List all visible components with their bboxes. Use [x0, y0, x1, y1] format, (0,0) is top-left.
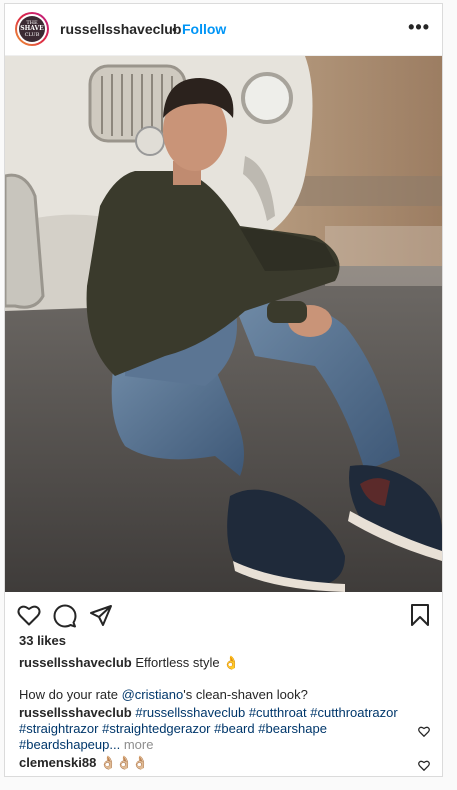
post-header: THE SHAVE CLUB russellsshaveclub • Follo… — [5, 4, 442, 56]
shave-club-logo: THE SHAVE CLUB — [19, 16, 45, 42]
hashtag-link[interactable]: #bearshape — [258, 721, 327, 736]
hashtag-link[interactable]: #beardshapeup... — [19, 737, 120, 752]
hashtag-comment: russellsshaveclub #russellsshaveclub #cu… — [19, 705, 414, 753]
likes-count[interactable]: 33 likes — [19, 633, 66, 648]
caption-text: Effortless style — [135, 655, 220, 670]
post-photo[interactable] — [5, 56, 442, 592]
follow-button[interactable]: Follow — [182, 21, 226, 37]
caption-question: How do your rate @cristiano's clean-shav… — [19, 687, 308, 702]
comment-like-heart-icon[interactable] — [418, 724, 430, 742]
tags-username[interactable]: russellsshaveclub — [19, 705, 132, 720]
more-options-icon[interactable]: ••• — [408, 17, 430, 38]
header-username[interactable]: russellsshaveclub — [60, 21, 181, 37]
share-icon[interactable] — [89, 604, 113, 633]
comment: clemenski88 👌🏼👌🏼👌🏼 — [19, 755, 149, 771]
hashtag-link[interactable]: #straightrazor — [19, 721, 98, 736]
post-caption: russellsshaveclub Effortless style 👌 — [19, 655, 239, 671]
action-bar — [5, 598, 442, 634]
photo-image — [5, 56, 442, 592]
separator-dot: • — [172, 21, 177, 37]
hashtag-link[interactable]: #cutthroatrazor — [310, 705, 397, 720]
mention-link[interactable]: @cristiano — [122, 687, 184, 702]
post-card: THE SHAVE CLUB russellsshaveclub • Follo… — [4, 3, 443, 777]
heart-icon[interactable] — [17, 604, 41, 631]
hashtag-link[interactable]: #beard — [214, 721, 254, 736]
ok-hand-emoji: 👌 — [223, 655, 240, 670]
hashtag-link[interactable]: #cutthroat — [249, 705, 307, 720]
caption-username[interactable]: russellsshaveclub — [19, 655, 132, 670]
comment-text: 👌🏼👌🏼👌🏼 — [99, 755, 149, 770]
more-link[interactable]: more — [124, 737, 154, 752]
comment-username[interactable]: clemenski88 — [19, 755, 96, 770]
comment-icon[interactable] — [53, 604, 77, 633]
bookmark-icon[interactable] — [410, 603, 430, 632]
hashtag-link[interactable]: #russellsshaveclub — [135, 705, 245, 720]
hashtag-link[interactable]: #straightedgerazor — [102, 721, 210, 736]
comment-like-heart-icon[interactable] — [418, 758, 430, 776]
avatar[interactable]: THE SHAVE CLUB — [15, 12, 49, 46]
